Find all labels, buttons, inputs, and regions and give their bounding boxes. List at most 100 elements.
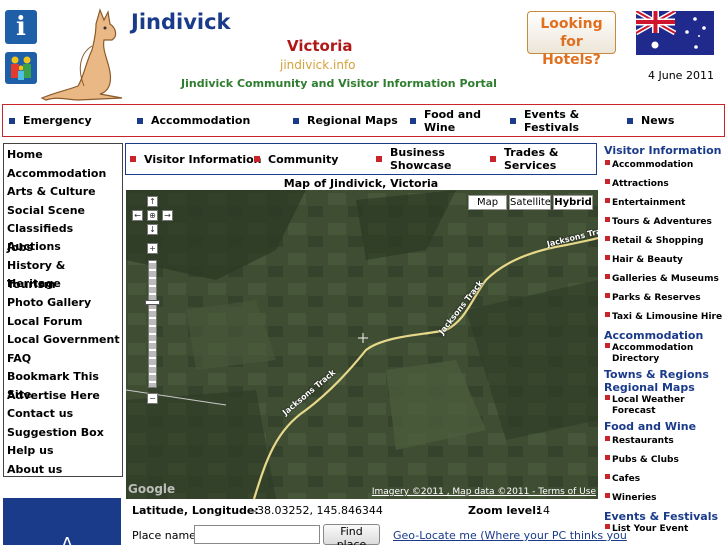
pan-center-icon[interactable]: ⊕ xyxy=(147,210,158,221)
topnav-news[interactable]: News xyxy=(627,105,674,136)
rcol-heading-regional-maps[interactable]: Regional Maps xyxy=(604,381,727,394)
zoom-out-icon[interactable]: − xyxy=(147,393,158,404)
state-label: Victoria xyxy=(287,37,353,55)
list-bullet xyxy=(605,255,610,260)
map-type-hybrid[interactable]: Hybrid xyxy=(553,195,593,210)
hotels-button-line-1: Looking for xyxy=(540,16,603,50)
rcol-link-label: Wineries xyxy=(612,493,657,503)
geo-locate-link[interactable]: Geo-Locate me (Where your PC thinks you xyxy=(393,529,627,542)
leftnav-local-forum[interactable]: Local Forum xyxy=(4,313,122,332)
nav-bullet xyxy=(627,117,633,124)
list-bullet xyxy=(605,217,610,222)
rcol-heading-towns-regions[interactable]: Towns & Regions xyxy=(604,368,727,381)
zoom-level-label: Zoom level: xyxy=(468,504,541,517)
leftnav-tourism[interactable]: Tourism xyxy=(4,276,122,295)
rcol-link-label: Tours & Adventures xyxy=(612,217,712,227)
rcol-link[interactable]: Tours & Adventures xyxy=(604,217,727,228)
rcol-heading-accommodation[interactable]: Accommodation xyxy=(604,329,727,342)
rcol-heading-events[interactable]: Events & Festivals xyxy=(604,510,727,523)
find-place-button[interactable]: Find place xyxy=(323,524,380,545)
leftnav-local-government[interactable]: Local Government xyxy=(4,331,122,350)
leftnav-advertise[interactable]: Advertise Here xyxy=(4,387,122,406)
subnav-trades-services[interactable]: Trades & Services xyxy=(490,144,574,174)
list-bullet xyxy=(605,343,610,348)
rcol-link-label: Accommodation xyxy=(612,160,694,170)
topnav-events-festivals[interactable]: Events & Festivals xyxy=(510,105,590,136)
rcol-link-label: Parks & Reserves xyxy=(612,293,701,303)
rcol-link[interactable]: Hair & Beauty xyxy=(604,255,727,266)
site-title[interactable]: Jindivick xyxy=(131,10,231,34)
rcol-link-label: Restaurants xyxy=(612,436,674,446)
leftnav-classifieds-auctions[interactable]: Classifieds Auctions xyxy=(4,220,122,253)
leftnav-accommodation[interactable]: Accommodation xyxy=(4,165,122,184)
topnav-regional-maps[interactable]: Regional Maps xyxy=(293,105,398,136)
pan-down-icon[interactable]: ↓ xyxy=(147,224,158,235)
rcol-link-label: Attractions xyxy=(612,179,669,189)
topnav-accommodation[interactable]: Accommodation xyxy=(137,105,250,136)
rcol-link[interactable]: Galleries & Museums xyxy=(604,274,727,285)
left-nav: Home Accommodation Arts & Culture Social… xyxy=(3,143,123,477)
rcol-link[interactable]: Taxi & Limousine Hire xyxy=(604,312,727,323)
rcol-link[interactable]: Parks & Reserves xyxy=(604,293,727,304)
subnav-label: Trades & Services xyxy=(504,146,559,172)
leftnav-jobs[interactable]: Jobs xyxy=(4,239,122,258)
list-bullet xyxy=(605,395,610,400)
map-title: Map of Jindivick, Victoria xyxy=(283,177,439,190)
leftnav-social-scene[interactable]: Social Scene xyxy=(4,202,122,221)
rcol-link[interactable]: Cafes xyxy=(604,474,727,485)
left-ad-banner[interactable]: A xyxy=(3,498,121,545)
leftnav-history-heritage[interactable]: History & Heritage xyxy=(4,257,122,290)
leftnav-suggestion-box[interactable]: Suggestion Box xyxy=(4,424,122,443)
rcol-link[interactable]: Restaurants xyxy=(604,436,727,447)
leftnav-help[interactable]: Help us xyxy=(4,442,122,461)
info-icon[interactable]: i xyxy=(5,10,37,44)
topnav-emergency[interactable]: Emergency xyxy=(9,105,92,136)
subnav-business-showcase[interactable]: Business Showcase xyxy=(376,144,454,174)
zoom-in-icon[interactable]: + xyxy=(147,243,158,254)
leftnav-home[interactable]: Home xyxy=(4,146,122,165)
latlng-value: -38.03252, 145.846344 xyxy=(253,504,383,517)
topnav-label: Food and Wine xyxy=(424,107,482,134)
rcol-link-label: List Your Event xyxy=(612,524,689,534)
rcol-link[interactable]: Accommodation xyxy=(604,160,727,171)
rcol-link[interactable]: Wineries xyxy=(604,493,727,504)
topnav-food-and-wine[interactable]: Food and Wine xyxy=(410,105,490,136)
list-bullet xyxy=(605,293,610,298)
rcol-heading-visitor-info[interactable]: Visitor Information xyxy=(604,144,727,157)
leftnav-photo-gallery[interactable]: Photo Gallery xyxy=(4,294,122,313)
map-type-satellite[interactable]: Satellite xyxy=(509,195,551,210)
map-copyright[interactable]: Imagery ©2011 , Map data ©2011 - Terms o… xyxy=(372,487,596,497)
leftnav-faq[interactable]: FAQ xyxy=(4,350,122,369)
pan-up-icon[interactable]: ↑ xyxy=(147,196,158,207)
rcol-link[interactable]: Retail & Shopping xyxy=(604,236,727,247)
leftnav-contact[interactable]: Contact us xyxy=(4,405,122,424)
rcol-link[interactable]: List Your Event xyxy=(604,524,727,535)
pan-right-icon[interactable]: → xyxy=(162,210,173,221)
leftnav-about[interactable]: About us xyxy=(4,461,122,480)
subnav-community[interactable]: Community xyxy=(254,144,338,174)
rcol-link[interactable]: Entertainment xyxy=(604,198,727,209)
zoom-slider[interactable] xyxy=(148,260,157,388)
nav-bullet xyxy=(490,156,496,162)
rcol-heading-food-wine[interactable]: Food and Wine xyxy=(604,420,727,433)
family-icon[interactable] xyxy=(5,52,37,84)
subnav-visitor-information[interactable]: Visitor Information xyxy=(130,144,261,174)
pan-left-icon[interactable]: ← xyxy=(132,210,143,221)
rcol-link[interactable]: Pubs & Clubs xyxy=(604,455,727,466)
rcol-link[interactable]: Accommodation Directory xyxy=(604,343,727,365)
map-imagery xyxy=(126,190,598,499)
zoom-slider-handle[interactable] xyxy=(145,300,160,305)
current-date: 4 June 2011 xyxy=(648,69,714,82)
sub-nav: Visitor Information Community Business S… xyxy=(125,143,597,175)
kangaroo-logo xyxy=(40,8,123,101)
place-name-input[interactable] xyxy=(194,525,320,544)
rcol-link[interactable]: Local Weather Forecast xyxy=(604,395,727,417)
hotels-button[interactable]: Looking for Hotels? xyxy=(527,11,616,68)
rcol-link[interactable]: Attractions xyxy=(604,179,727,190)
leftnav-bookmark[interactable]: Bookmark This Site xyxy=(4,368,122,401)
list-bullet xyxy=(605,455,610,460)
satellite-map[interactable]: Jacksons Track Jacksons Track Jacksons T… xyxy=(126,190,598,499)
domain-label: jindivick.info xyxy=(280,58,356,72)
leftnav-arts-culture[interactable]: Arts & Culture xyxy=(4,183,122,202)
map-type-map[interactable]: Map xyxy=(468,195,507,210)
